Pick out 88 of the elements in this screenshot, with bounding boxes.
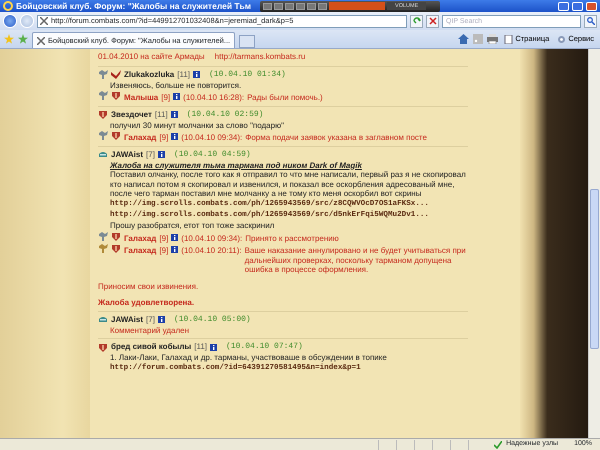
- info-icon[interactable]: [171, 246, 178, 254]
- page-icon: [37, 36, 45, 44]
- reply-text: Рады были помочь.): [247, 93, 324, 102]
- close-icon: [428, 17, 436, 25]
- user-level: [9]: [159, 246, 168, 256]
- helmet-icon: [98, 315, 108, 324]
- author-name[interactable]: Галахад: [124, 234, 156, 244]
- reply-text: Ваше наказание аннулировано и не будет учитываться при дальнейших проверках, поскольку тарманом допущена ошибка в процессе оформления.: [244, 246, 467, 275]
- check-icon: [494, 440, 502, 448]
- window-title: Бойцовский клуб. Форум: "Жалобы на служителей Тьм: [16, 0, 252, 12]
- author-name[interactable]: бред сивой кобылы: [111, 342, 192, 352]
- reply-time: (10.04.10 20:11):: [181, 246, 242, 256]
- info-icon[interactable]: [173, 93, 180, 100]
- scrollbar[interactable]: [588, 49, 600, 438]
- post-time: (10.04.10 04:59): [174, 150, 251, 160]
- author-name[interactable]: JAWAist: [111, 150, 144, 160]
- refresh-button[interactable]: [410, 14, 423, 28]
- crest-icon: [98, 232, 108, 241]
- crest-icon: [98, 131, 108, 140]
- user-level: [11]: [154, 110, 168, 120]
- user-level: [11]: [194, 342, 208, 352]
- author-name[interactable]: JAWAist: [111, 314, 144, 325]
- shield-icon: [111, 131, 121, 140]
- author-name[interactable]: Звездочет: [111, 110, 152, 120]
- player-display: [329, 2, 386, 10]
- search-button[interactable]: [584, 14, 597, 28]
- post-text: Прошу разобратся, етот топ тоже заскринил: [110, 221, 276, 231]
- post-time: (10.04.10 02:59): [186, 110, 264, 120]
- wings-icon: [111, 70, 121, 79]
- stop-button[interactable]: [426, 14, 439, 28]
- close-button[interactable]: [586, 2, 597, 10]
- user-level: [9]: [159, 234, 168, 244]
- reply-text: Жалоба удовлетворена.: [98, 298, 196, 308]
- info-icon[interactable]: [170, 111, 178, 118]
- reply-text: Приносим свои извинения.: [98, 282, 200, 292]
- home-icon[interactable]: [458, 34, 470, 44]
- reply-time: (10.04.10 09:34):: [181, 234, 242, 244]
- maximize-button[interactable]: [572, 2, 583, 10]
- refresh-icon: [412, 17, 420, 25]
- post-text: Поставил олчанку, после того как я отправил то что мне написали, первый раз я не скопировал кто написал потом я скопировал и извенился, и показал все оскорбления адресованый мне, после чего тарман поставил мне молчанку а не тому кто меня оскорбил вот скрины: [110, 170, 467, 198]
- post-time: (10.04.10 01:34): [209, 70, 286, 80]
- user-level: [7]: [146, 314, 155, 325]
- minimize-button[interactable]: [558, 2, 569, 10]
- shield-icon: [98, 342, 108, 352]
- reply-time: (10.04.10 09:34):: [181, 133, 242, 142]
- info-icon[interactable]: [171, 234, 178, 241]
- reply-text: Принято к рассмотрению: [245, 234, 340, 244]
- star-icon[interactable]: [4, 34, 14, 44]
- info-icon[interactable]: [193, 71, 200, 78]
- printer-icon[interactable]: [487, 34, 498, 44]
- info-icon[interactable]: [158, 316, 165, 324]
- post-title: Жалоба на служителя тьма тармана под ником Dark of Magik: [110, 160, 363, 170]
- reply-text: 01.04.2010 на сайте Армады: [98, 52, 205, 61]
- user-level: [9]: [161, 93, 170, 102]
- post-time: (10.04.10 07:47): [226, 342, 303, 352]
- back-button[interactable]: [3, 14, 17, 28]
- author-name[interactable]: Галахад: [124, 133, 156, 142]
- shield-icon: [98, 110, 108, 119]
- user-level: [7]: [146, 150, 155, 160]
- post-text: получил 30 минут молчанки за слово "подарю": [110, 120, 285, 130]
- page-icon: [504, 34, 514, 44]
- crest-icon: [98, 70, 108, 79]
- scroll-thumb[interactable]: [590, 189, 599, 349]
- crest-icon: [98, 244, 108, 254]
- info-icon[interactable]: [171, 133, 178, 140]
- shield-icon: [111, 244, 121, 254]
- link[interactable]: http://tarmans.kombats.ru: [214, 52, 306, 61]
- ie-logo-icon: [3, 1, 13, 11]
- reply-text: Форма подачи заявок указана в заглавном посте: [245, 133, 428, 142]
- post-text: 1. Лаки-Лаки, Галахад и др. тарманы, участвоваше в обсуждении в топике: [110, 353, 388, 363]
- info-icon[interactable]: [210, 344, 218, 351]
- post-time: (10.04.10 05:00): [174, 314, 251, 325]
- search-icon: [586, 17, 594, 25]
- author-name[interactable]: Малыша: [124, 93, 158, 102]
- deleted-note: Комментарий удален: [110, 326, 190, 336]
- post-text: Извеняюсь, больше не повторится.: [110, 80, 242, 90]
- helmet-icon: [98, 150, 108, 159]
- author-name[interactable]: Zlukakozluka: [124, 70, 174, 80]
- user-level: [9]: [159, 133, 168, 142]
- page-icon: [40, 17, 48, 25]
- info-icon[interactable]: [158, 151, 165, 158]
- author-name[interactable]: Галахад: [124, 246, 156, 256]
- reply-time: (10.04.10 16:28):: [183, 93, 244, 102]
- shield-icon: [111, 91, 121, 100]
- shield-icon: [111, 232, 121, 241]
- user-level: [11]: [177, 70, 190, 80]
- crest-icon: [98, 91, 108, 100]
- gear-icon: [557, 34, 566, 44]
